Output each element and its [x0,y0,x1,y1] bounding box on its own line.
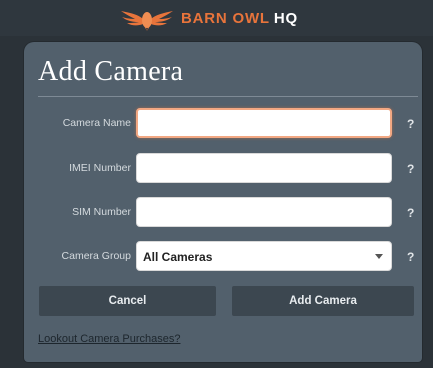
camera-group-select[interactable]: All Cameras [136,241,392,271]
sim-number-row: SIM Number ? [24,197,422,229]
brand-wordmark: BARN OWL HQ [181,10,298,27]
owl-wings-icon [121,11,173,31]
imei-number-row: IMEI Number ? [24,153,422,185]
imei-number-input[interactable] [136,153,392,183]
sim-number-help-icon[interactable]: ? [407,206,414,220]
camera-group-selected-value: All Cameras [143,250,213,264]
add-camera-button[interactable]: Add Camera [232,286,414,316]
cancel-button[interactable]: Cancel [39,286,216,316]
brand-suffix: HQ [273,9,298,27]
add-camera-dialog: Add Camera Camera Name ? IMEI Number ? S… [24,42,422,362]
sim-number-input[interactable] [136,197,392,227]
imei-number-help-icon[interactable]: ? [407,162,414,176]
camera-group-help-icon[interactable]: ? [407,250,414,264]
camera-group-label: Camera Group [61,250,131,262]
dialog-title: Add Camera [38,56,184,87]
imei-number-label: IMEI Number [69,162,131,174]
camera-name-row: Camera Name ? [24,108,422,140]
title-divider [38,96,418,97]
camera-name-input[interactable] [136,108,392,138]
brand-logo-group[interactable]: BARN OWL HQ [119,3,298,33]
sim-number-label: SIM Number [72,206,131,218]
camera-name-help-icon[interactable]: ? [407,117,414,131]
brand-name: BARN OWL [181,9,270,27]
lookout-camera-purchases-link[interactable]: Lookout Camera Purchases? [38,333,180,345]
camera-name-label: Camera Name [62,117,131,129]
chevron-down-icon [375,254,383,259]
top-brand-bar: BARN OWL HQ [0,0,433,36]
camera-group-row: Camera Group All Cameras ? [24,241,422,273]
